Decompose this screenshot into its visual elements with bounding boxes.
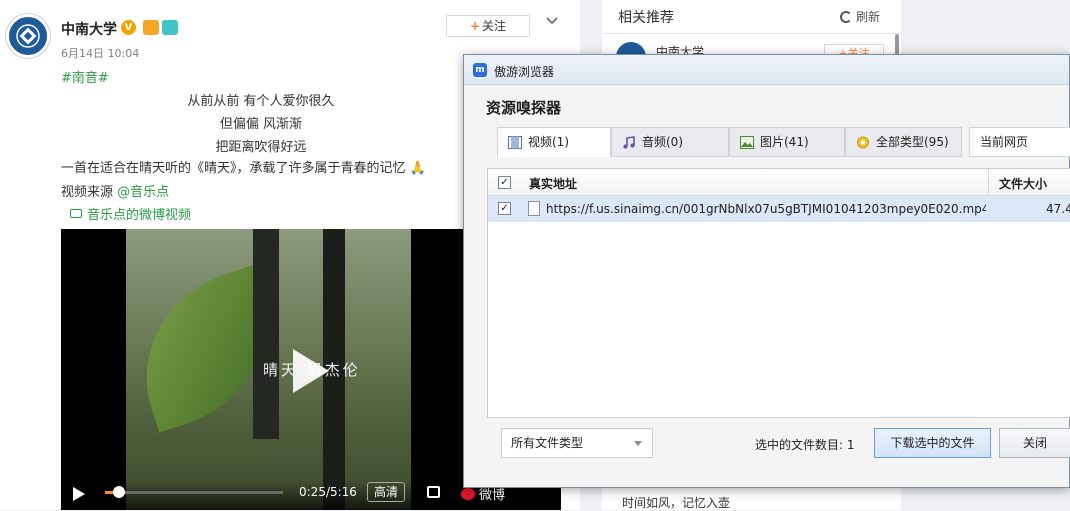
file-icon [528, 201, 540, 216]
post-description: 一首在适合在晴天听的《晴天》，承载了许多属于青春的记忆 🙏 [61, 157, 426, 176]
resource-list: ✓ 真实地址 文件大小 ✓ https://f.us.sinaimg.cn/00… [487, 168, 1070, 418]
play-icon[interactable] [73, 487, 85, 501]
refresh-button[interactable]: 刷新 [840, 8, 880, 25]
column-divider[interactable] [988, 169, 989, 196]
hashtag-link[interactable]: #南音# [61, 67, 109, 86]
sidebar-title: 相关推荐 [618, 10, 674, 26]
column-address[interactable]: 真实地址 [529, 175, 577, 192]
table-row[interactable]: ✓ https://f.us.sinaimg.cn/001grNbNlx07u5… [488, 196, 1070, 222]
refresh-label: 刷新 [856, 10, 881, 24]
music-note-icon [623, 136, 635, 149]
divider [602, 33, 901, 34]
close-button[interactable]: 关闭 [999, 428, 1070, 458]
sidebar-bottom-text: 时间如风，记忆入壶 [622, 496, 731, 510]
member-badge-icon [143, 20, 159, 35]
weibo-brand-label: 微博 [479, 488, 506, 503]
video-time: 0:25/5:16 [299, 485, 357, 499]
scope-select[interactable]: 当前网页 [969, 127, 1070, 157]
refresh-icon [840, 11, 852, 23]
selected-count: 选中的文件数目: 1 [755, 438, 855, 452]
pray-emoji-icon: 🙏 [409, 161, 426, 176]
resource-sniffer-dialog: m 傲游浏览器 资源嗅探器 视频(1) 音频(0) 图片(41) 全部类型(95… [463, 54, 1070, 488]
film-icon [508, 136, 522, 149]
video-link-label: 音乐点的微博视频 [87, 208, 192, 223]
tab-images-label: 图片(41) [760, 135, 809, 149]
follow-label: 关注 [482, 19, 507, 33]
university-logo-avatar[interactable] [6, 14, 50, 58]
column-size[interactable]: 文件大小 [999, 175, 1047, 192]
tab-audio-label: 音频(0) [642, 135, 683, 149]
tab-audio[interactable]: 音频(0) [611, 127, 729, 157]
video-stalk-shape [253, 229, 279, 439]
tab-images[interactable]: 图片(41) [729, 127, 845, 157]
picture-icon [740, 136, 754, 149]
post-author-name[interactable]: 中南大学 [61, 19, 117, 39]
video-link[interactable]: 音乐点的微博视频 [70, 204, 191, 223]
file-type-select-value: 所有文件类型 [511, 436, 584, 450]
row-url: https://f.us.sinaimg.cn/001grNbNlx07u5gB… [546, 202, 986, 216]
chevron-down-icon[interactable] [546, 14, 558, 28]
vip-badge-icon [162, 20, 178, 35]
plus-icon: + [469, 19, 481, 33]
post-description-text: 一首在适合在晴天听的《晴天》，承载了许多属于青春的记忆 [61, 161, 406, 176]
progress-knob[interactable] [113, 486, 125, 498]
file-type-select[interactable]: 所有文件类型 [501, 428, 653, 458]
tab-all-types[interactable]: 全部类型(95) [845, 127, 962, 157]
tab-all-types-label: 全部类型(95) [876, 135, 949, 149]
university-logo-icon [11, 19, 45, 53]
lyric-line: 把距离吹得好远 [215, 140, 307, 155]
big-play-icon[interactable] [293, 349, 329, 393]
lyric-line: 但偏偏 风渐渐 [219, 117, 303, 132]
quality-button[interactable]: 高清 [367, 482, 405, 502]
download-selected-button[interactable]: 下载选中的文件 [874, 428, 991, 458]
source-prefix: 视频来源 [61, 185, 114, 200]
asterisk-icon [857, 136, 869, 149]
tab-video[interactable]: 视频(1) [497, 127, 611, 157]
list-header: ✓ 真实地址 文件大小 [488, 169, 1070, 196]
row-checkbox[interactable]: ✓ [498, 202, 511, 215]
dropdown-arrow-icon [634, 441, 642, 446]
fullscreen-icon[interactable] [427, 486, 440, 498]
verified-badge-icon: V [121, 20, 136, 35]
post-time[interactable]: 6月14日 10:04 [61, 45, 139, 61]
tab-video-label: 视频(1) [528, 135, 569, 149]
lyric-line: 从前从前 有个人爱你很久 [187, 94, 335, 109]
window-title: 傲游浏览器 [494, 65, 555, 79]
select-all-checkbox[interactable]: ✓ [498, 176, 511, 189]
progress-track[interactable] [105, 491, 283, 494]
follow-button[interactable]: + 关注 [446, 15, 530, 37]
source-mention-link[interactable]: @音乐点 [117, 185, 169, 200]
row-size: 47.4 [1046, 202, 1070, 216]
video-source: 视频来源 @音乐点 [61, 181, 169, 200]
window-titlebar[interactable]: m 傲游浏览器 [464, 55, 1069, 85]
dialog-title: 资源嗅探器 [486, 99, 562, 117]
video-camera-icon [70, 209, 82, 218]
weibo-logo-icon [461, 488, 475, 500]
maxthon-logo-icon: m [473, 63, 487, 77]
